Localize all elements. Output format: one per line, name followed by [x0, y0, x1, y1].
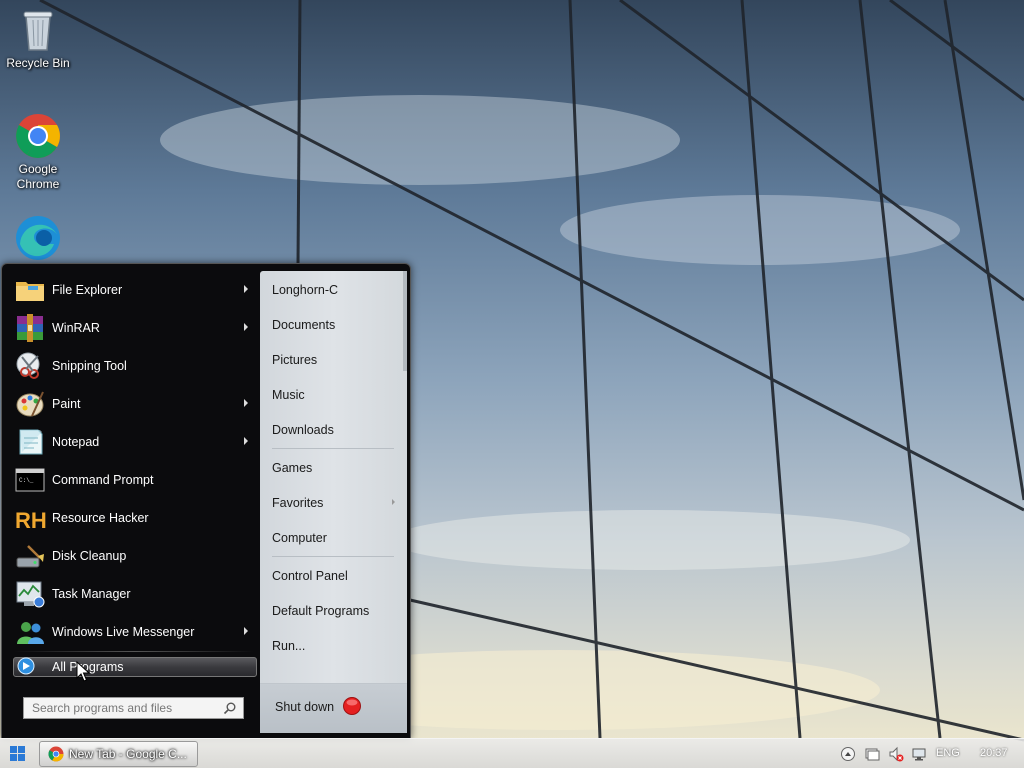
submenu-arrow-icon[interactable]: [244, 323, 248, 331]
action-center-icon[interactable]: [864, 746, 880, 762]
program-command-prompt[interactable]: C:\_ Command Prompt: [8, 461, 258, 499]
place-label: Computer: [272, 531, 327, 545]
program-snipping-tool[interactable]: Snipping Tool: [8, 347, 258, 385]
search-input[interactable]: Search programs and files: [23, 697, 244, 719]
taskbar-clock[interactable]: 20:37: [980, 747, 1008, 759]
shutdown-area: Shut down: [260, 683, 407, 733]
taskbar-button-chrome[interactable]: New Tab - Google C...: [39, 741, 198, 767]
place-label: Downloads: [272, 423, 334, 437]
place-downloads[interactable]: Downloads: [260, 415, 407, 445]
chrome-icon: [48, 746, 64, 762]
program-label: Snipping Tool: [52, 359, 127, 373]
program-label: Task Manager: [52, 587, 131, 601]
scissors-icon: [16, 352, 40, 379]
place-pictures[interactable]: Pictures: [260, 345, 407, 375]
show-hidden-icons-icon[interactable]: [840, 746, 856, 762]
separator: [14, 651, 254, 652]
place-longhorn-c[interactable]: Longhorn-C: [260, 275, 407, 305]
task-manager-icon: [16, 581, 45, 608]
submenu-arrow-icon[interactable]: [244, 437, 248, 445]
program-label: Disk Cleanup: [52, 549, 127, 563]
program-label: Paint: [52, 397, 81, 411]
all-programs-icon: [17, 657, 35, 675]
place-games[interactable]: Games: [260, 453, 407, 483]
desktop-icon-recycle-bin[interactable]: Recycle Bin: [0, 6, 76, 71]
svg-text:C:\_: C:\_: [19, 477, 34, 484]
program-label: WinRAR: [52, 321, 100, 335]
program-disk-cleanup[interactable]: Disk Cleanup: [8, 537, 258, 575]
volume-muted-icon[interactable]: [888, 746, 904, 762]
program-winrar[interactable]: WinRAR: [8, 309, 258, 347]
input-language-indicator[interactable]: ENG: [936, 747, 960, 759]
place-label: Music: [272, 388, 305, 402]
program-file-explorer[interactable]: File Explorer: [8, 271, 258, 309]
place-computer[interactable]: Computer: [260, 523, 407, 553]
desktop-icon-google-chrome[interactable]: Google Chrome: [0, 112, 76, 192]
place-default-programs[interactable]: Default Programs: [260, 596, 407, 626]
submenu-arrow-icon[interactable]: [244, 399, 248, 407]
place-label: Run...: [272, 639, 306, 653]
start-button[interactable]: [2, 742, 34, 766]
place-label: Favorites: [272, 496, 324, 510]
winrar-icon: [17, 314, 43, 342]
desktop-icon-edge[interactable]: [0, 214, 76, 264]
recycle-bin-icon: [23, 11, 53, 51]
search-placeholder: Search programs and files: [32, 701, 173, 715]
place-favorites[interactable]: Favorites: [260, 488, 407, 518]
place-music[interactable]: Music: [260, 380, 407, 410]
place-label: Control Panel: [272, 569, 348, 583]
desktop-icon-label: Recycle Bin: [6, 56, 70, 70]
program-windows-live-messenger[interactable]: Windows Live Messenger: [8, 613, 258, 651]
taskbar-window-title: New Tab - Google C...: [69, 747, 187, 761]
program-label: Resource Hacker: [52, 511, 149, 525]
program-task-manager[interactable]: Task Manager: [8, 575, 258, 613]
all-programs-button[interactable]: All Programs: [13, 657, 257, 677]
place-label: Documents: [272, 318, 336, 332]
folder-icon: [16, 282, 44, 301]
svg-text:RH: RH: [15, 508, 46, 533]
taskbar: New Tab - Google C... ENG 20:37: [0, 738, 1024, 768]
separator: [272, 556, 394, 557]
program-notepad[interactable]: Notepad: [8, 423, 258, 461]
submenu-arrow-icon[interactable]: [244, 285, 248, 293]
program-resource-hacker[interactable]: RH Resource Hacker: [8, 499, 258, 537]
place-label: Longhorn-C: [272, 283, 339, 297]
network-icon[interactable]: [911, 746, 927, 762]
chrome-icon: [16, 114, 60, 158]
notepad-icon: [19, 429, 43, 455]
mouse-cursor-icon: [76, 661, 90, 682]
place-label: Pictures: [272, 353, 318, 367]
search-icon: [223, 702, 236, 715]
submenu-arrow-icon[interactable]: [244, 627, 248, 635]
program-label: Notepad: [52, 435, 100, 449]
places-panel: Longhorn-C Documents Pictures Music Down…: [260, 271, 407, 733]
terminal-icon: C:\_: [15, 468, 45, 492]
start-menu: File Explorer WinRAR Snipping Tool Paint…: [1, 263, 411, 739]
disk-cleanup-icon: [16, 545, 44, 568]
program-label: File Explorer: [52, 283, 123, 297]
place-run[interactable]: Run...: [260, 631, 407, 661]
shutdown-label[interactable]: Shut down: [275, 700, 334, 714]
rh-icon: RH: [15, 508, 46, 533]
separator: [272, 448, 394, 449]
program-label: Command Prompt: [52, 473, 154, 487]
system-tray: ENG 20:37: [834, 739, 1024, 768]
place-label: Games: [272, 461, 313, 475]
paint-palette-icon: [16, 391, 44, 417]
program-label: Windows Live Messenger: [52, 625, 195, 639]
submenu-arrow-icon: [392, 499, 395, 505]
shutdown-button[interactable]: [342, 696, 362, 716]
pinned-programs-list: File Explorer WinRAR Snipping Tool Paint…: [8, 271, 258, 651]
place-control-panel[interactable]: Control Panel: [260, 561, 407, 591]
place-documents[interactable]: Documents: [260, 310, 407, 340]
program-paint[interactable]: Paint: [8, 385, 258, 423]
desktop-icon-label: Google Chrome: [16, 162, 60, 191]
edge-icon: [16, 216, 60, 260]
messenger-icon: [17, 622, 44, 644]
place-label: Default Programs: [272, 604, 370, 618]
